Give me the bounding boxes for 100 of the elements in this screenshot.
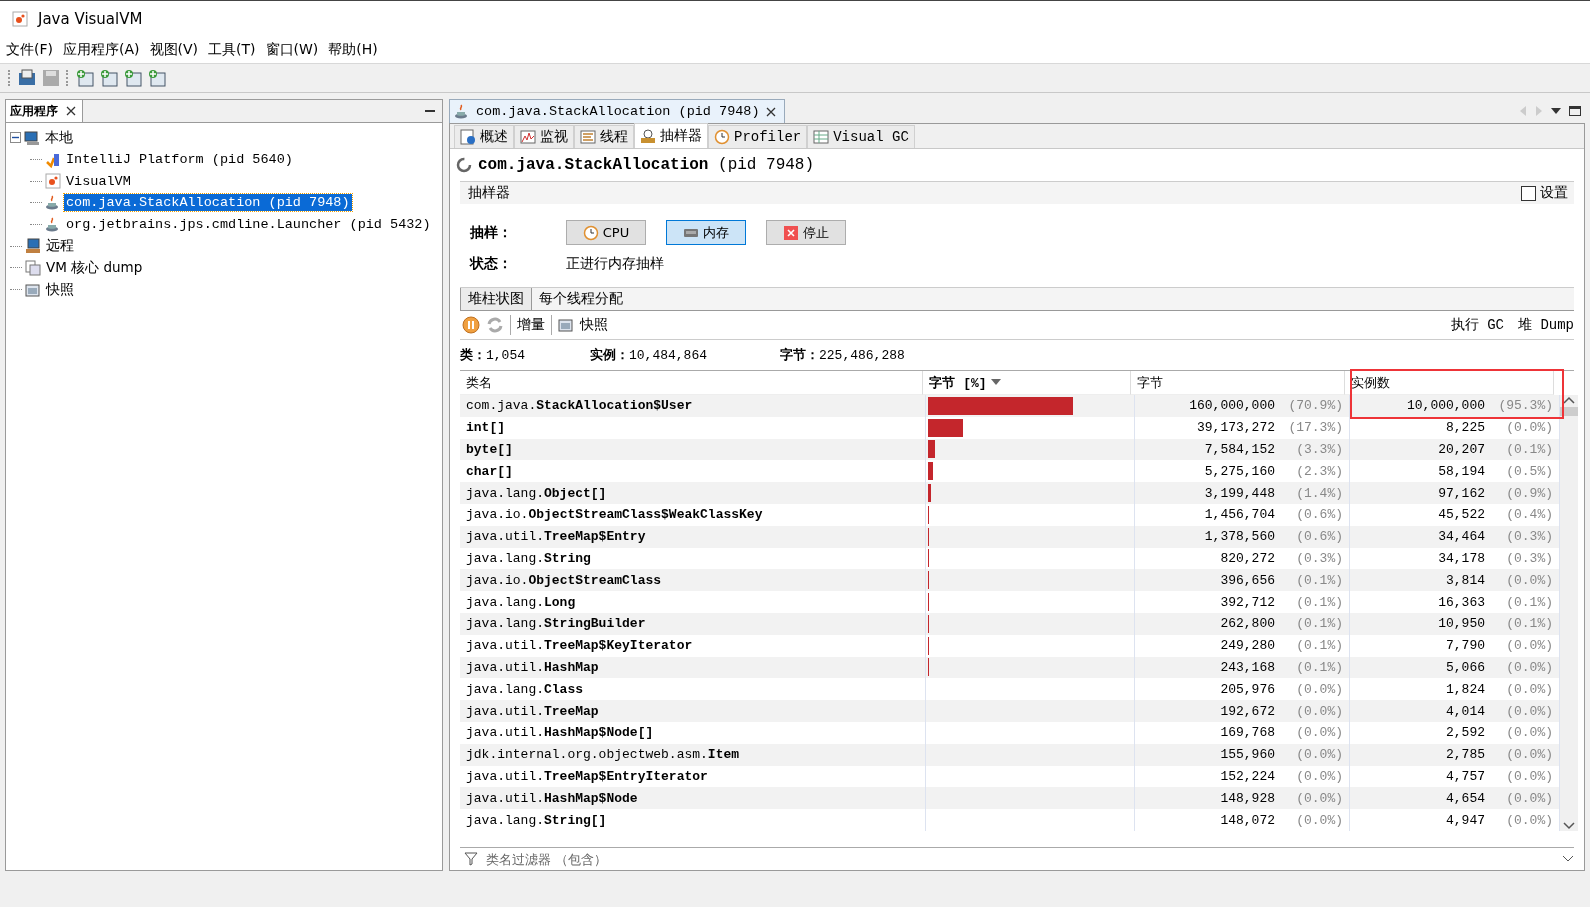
table-cell: 192,672 (0.0%) — [1135, 700, 1350, 722]
tree-item[interactable]: 本地 — [43, 127, 75, 148]
sampler-icon — [640, 128, 656, 144]
table-cell: 148,072 (0.0%) — [1135, 809, 1350, 831]
table-cell: 1,378,560 (0.6%) — [1135, 525, 1350, 548]
spinner-icon — [456, 157, 472, 173]
panel-tab-label: 应用程序 — [10, 102, 58, 120]
table-cell: java.lang.StringBuilder — [460, 612, 926, 635]
pause-icon[interactable] — [462, 316, 480, 334]
scrollbar-thumb[interactable] — [1560, 407, 1578, 416]
checkbox-label: 设置 — [1540, 184, 1568, 202]
coffee-cup-icon — [45, 216, 61, 233]
filter-icon — [464, 852, 480, 866]
view-tab[interactable]: 概述 — [454, 125, 514, 148]
tree-item[interactable]: 远程 — [44, 236, 76, 257]
camera-icon[interactable] — [558, 317, 574, 333]
app-icon — [12, 11, 28, 27]
tree-item[interactable]: 快照 — [44, 279, 76, 300]
table-cell: 249,280 (0.1%) — [1135, 634, 1350, 657]
document-tab-label: com.java.StackAllocation (pid 7948) — [476, 104, 760, 119]
heap-dump-button[interactable]: 堆 Dump — [1518, 316, 1574, 334]
table-cell: java.util.TreeMap$Entry — [460, 525, 926, 548]
summary-stat: 字节：225,486,288 — [780, 346, 906, 364]
network-computer-icon — [25, 238, 41, 255]
menu-item[interactable]: 工具(T) — [204, 39, 260, 61]
document-tab[interactable]: com.java.StackAllocation (pid 7948) — [449, 99, 785, 123]
tree-item[interactable]: VM 核心 dump — [44, 257, 145, 278]
coffee-cup-icon — [454, 103, 470, 120]
table-cell: jdk.internal.org.objectweb.asm.Item — [460, 743, 926, 766]
table-cell: 1,456,704 (0.6%) — [1135, 504, 1350, 526]
tree-item[interactable]: com.java.StackAllocation (pid 7948) — [64, 194, 352, 212]
table-cell: java.util.TreeMap$KeyIterator — [460, 634, 926, 657]
tree-item[interactable]: VisualVM — [64, 172, 133, 190]
table-cell: 160,000,000 (70.9%) — [1135, 395, 1350, 417]
clock-icon — [582, 224, 599, 241]
delta-button[interactable]: 增量 — [517, 316, 545, 334]
status-value: 正进行内存抽样 — [566, 255, 665, 273]
table-cell: java.util.HashMap$Node[] — [460, 721, 926, 744]
panel-tab[interactable]: 应用程序 — [6, 100, 83, 122]
dropdown-icon[interactable] — [1551, 107, 1561, 115]
menu-item[interactable]: 帮助(H) — [324, 39, 382, 61]
view-tab[interactable]: 监视 — [514, 125, 574, 148]
computer-icon — [24, 129, 40, 146]
table-cell: com.java.StackAllocation$User — [460, 395, 926, 417]
view-tab[interactable]: Profiler — [708, 125, 808, 148]
document-info-icon — [460, 129, 476, 145]
scroll-down-icon[interactable] — [1563, 820, 1575, 831]
table-cell: int[] — [460, 416, 926, 439]
sample-button[interactable]: CPU — [566, 220, 646, 245]
menu-item[interactable]: 窗口(W) — [261, 39, 323, 61]
view-tab[interactable]: 线程 — [574, 125, 634, 148]
gc-button[interactable]: 执行 GC — [1450, 316, 1504, 334]
table-cell: java.lang.String[] — [460, 809, 926, 831]
dropdown-icon[interactable] — [1562, 855, 1574, 863]
view-tab[interactable]: Visual GC — [807, 125, 915, 148]
scroll-up-icon[interactable] — [1563, 395, 1575, 405]
documents-icon — [25, 259, 41, 276]
app-icon — [45, 173, 61, 190]
table-cell: 392,712 (0.1%) — [1135, 591, 1350, 613]
table-cell: 262,800 (0.1%) — [1135, 612, 1350, 635]
sort-caret-icon — [990, 379, 1001, 386]
snapshot-button[interactable]: 快照 — [580, 316, 608, 334]
section-title: 抽样器 — [468, 184, 510, 202]
open-folder-icon[interactable] — [18, 69, 36, 87]
field-label: 状态： — [470, 255, 513, 273]
collapse-toggle[interactable] — [10, 132, 21, 144]
summary-stat: 实例：10,484,864 — [590, 347, 708, 364]
coffee-cup-icon — [45, 194, 61, 211]
clock-icon — [714, 129, 730, 145]
refresh-icon[interactable] — [486, 316, 504, 334]
window-title: Java VisualVM — [38, 10, 143, 28]
chart-icon — [520, 129, 536, 145]
menu-item[interactable]: 文件(F) — [2, 39, 57, 61]
threads-icon — [580, 129, 596, 145]
stop-icon — [783, 224, 799, 241]
tree-item[interactable]: IntelliJ Platform (pid 5640) — [64, 151, 295, 169]
table-icon — [813, 129, 830, 145]
tree-item[interactable]: org.jetbrains.jps.cmdline.Launcher (pid 5432) — [64, 216, 433, 234]
process-heading: com.java.StackAllocation (pid 7948) — [478, 156, 815, 174]
scrollbar[interactable] — [1560, 395, 1578, 831]
field-label: 抽样： — [470, 223, 513, 242]
checkbox[interactable] — [1521, 185, 1536, 201]
table-cell: 3,199,448 (1.4%) — [1135, 482, 1350, 504]
save-icon[interactable] — [42, 69, 60, 87]
table-cell: java.lang.Object[] — [460, 482, 926, 504]
table-cell: java.io.ObjectStreamClass$WeakClassKey — [460, 504, 926, 526]
close-icon[interactable] — [66, 106, 76, 116]
view-tab[interactable]: 抽样器 — [634, 123, 708, 148]
table-cell: 155,960 (0.0%) — [1135, 743, 1350, 766]
menu-item[interactable]: 应用程序(A) — [59, 39, 144, 61]
sample-button[interactable]: 内存 — [666, 220, 746, 245]
maximize-icon[interactable] — [1569, 106, 1581, 116]
sample-button[interactable]: 停止 — [766, 220, 846, 245]
close-icon[interactable] — [765, 106, 776, 117]
table-cell: java.util.TreeMap — [460, 700, 926, 722]
sub-tab[interactable]: 堆柱状图 — [460, 288, 532, 310]
menu-item[interactable]: 视图(V) — [145, 39, 202, 61]
filter-field[interactable]: 类名过滤器 （包含） — [484, 850, 1558, 868]
sub-tab[interactable]: 每个线程分配 — [532, 288, 630, 310]
camera-icon — [25, 281, 41, 298]
